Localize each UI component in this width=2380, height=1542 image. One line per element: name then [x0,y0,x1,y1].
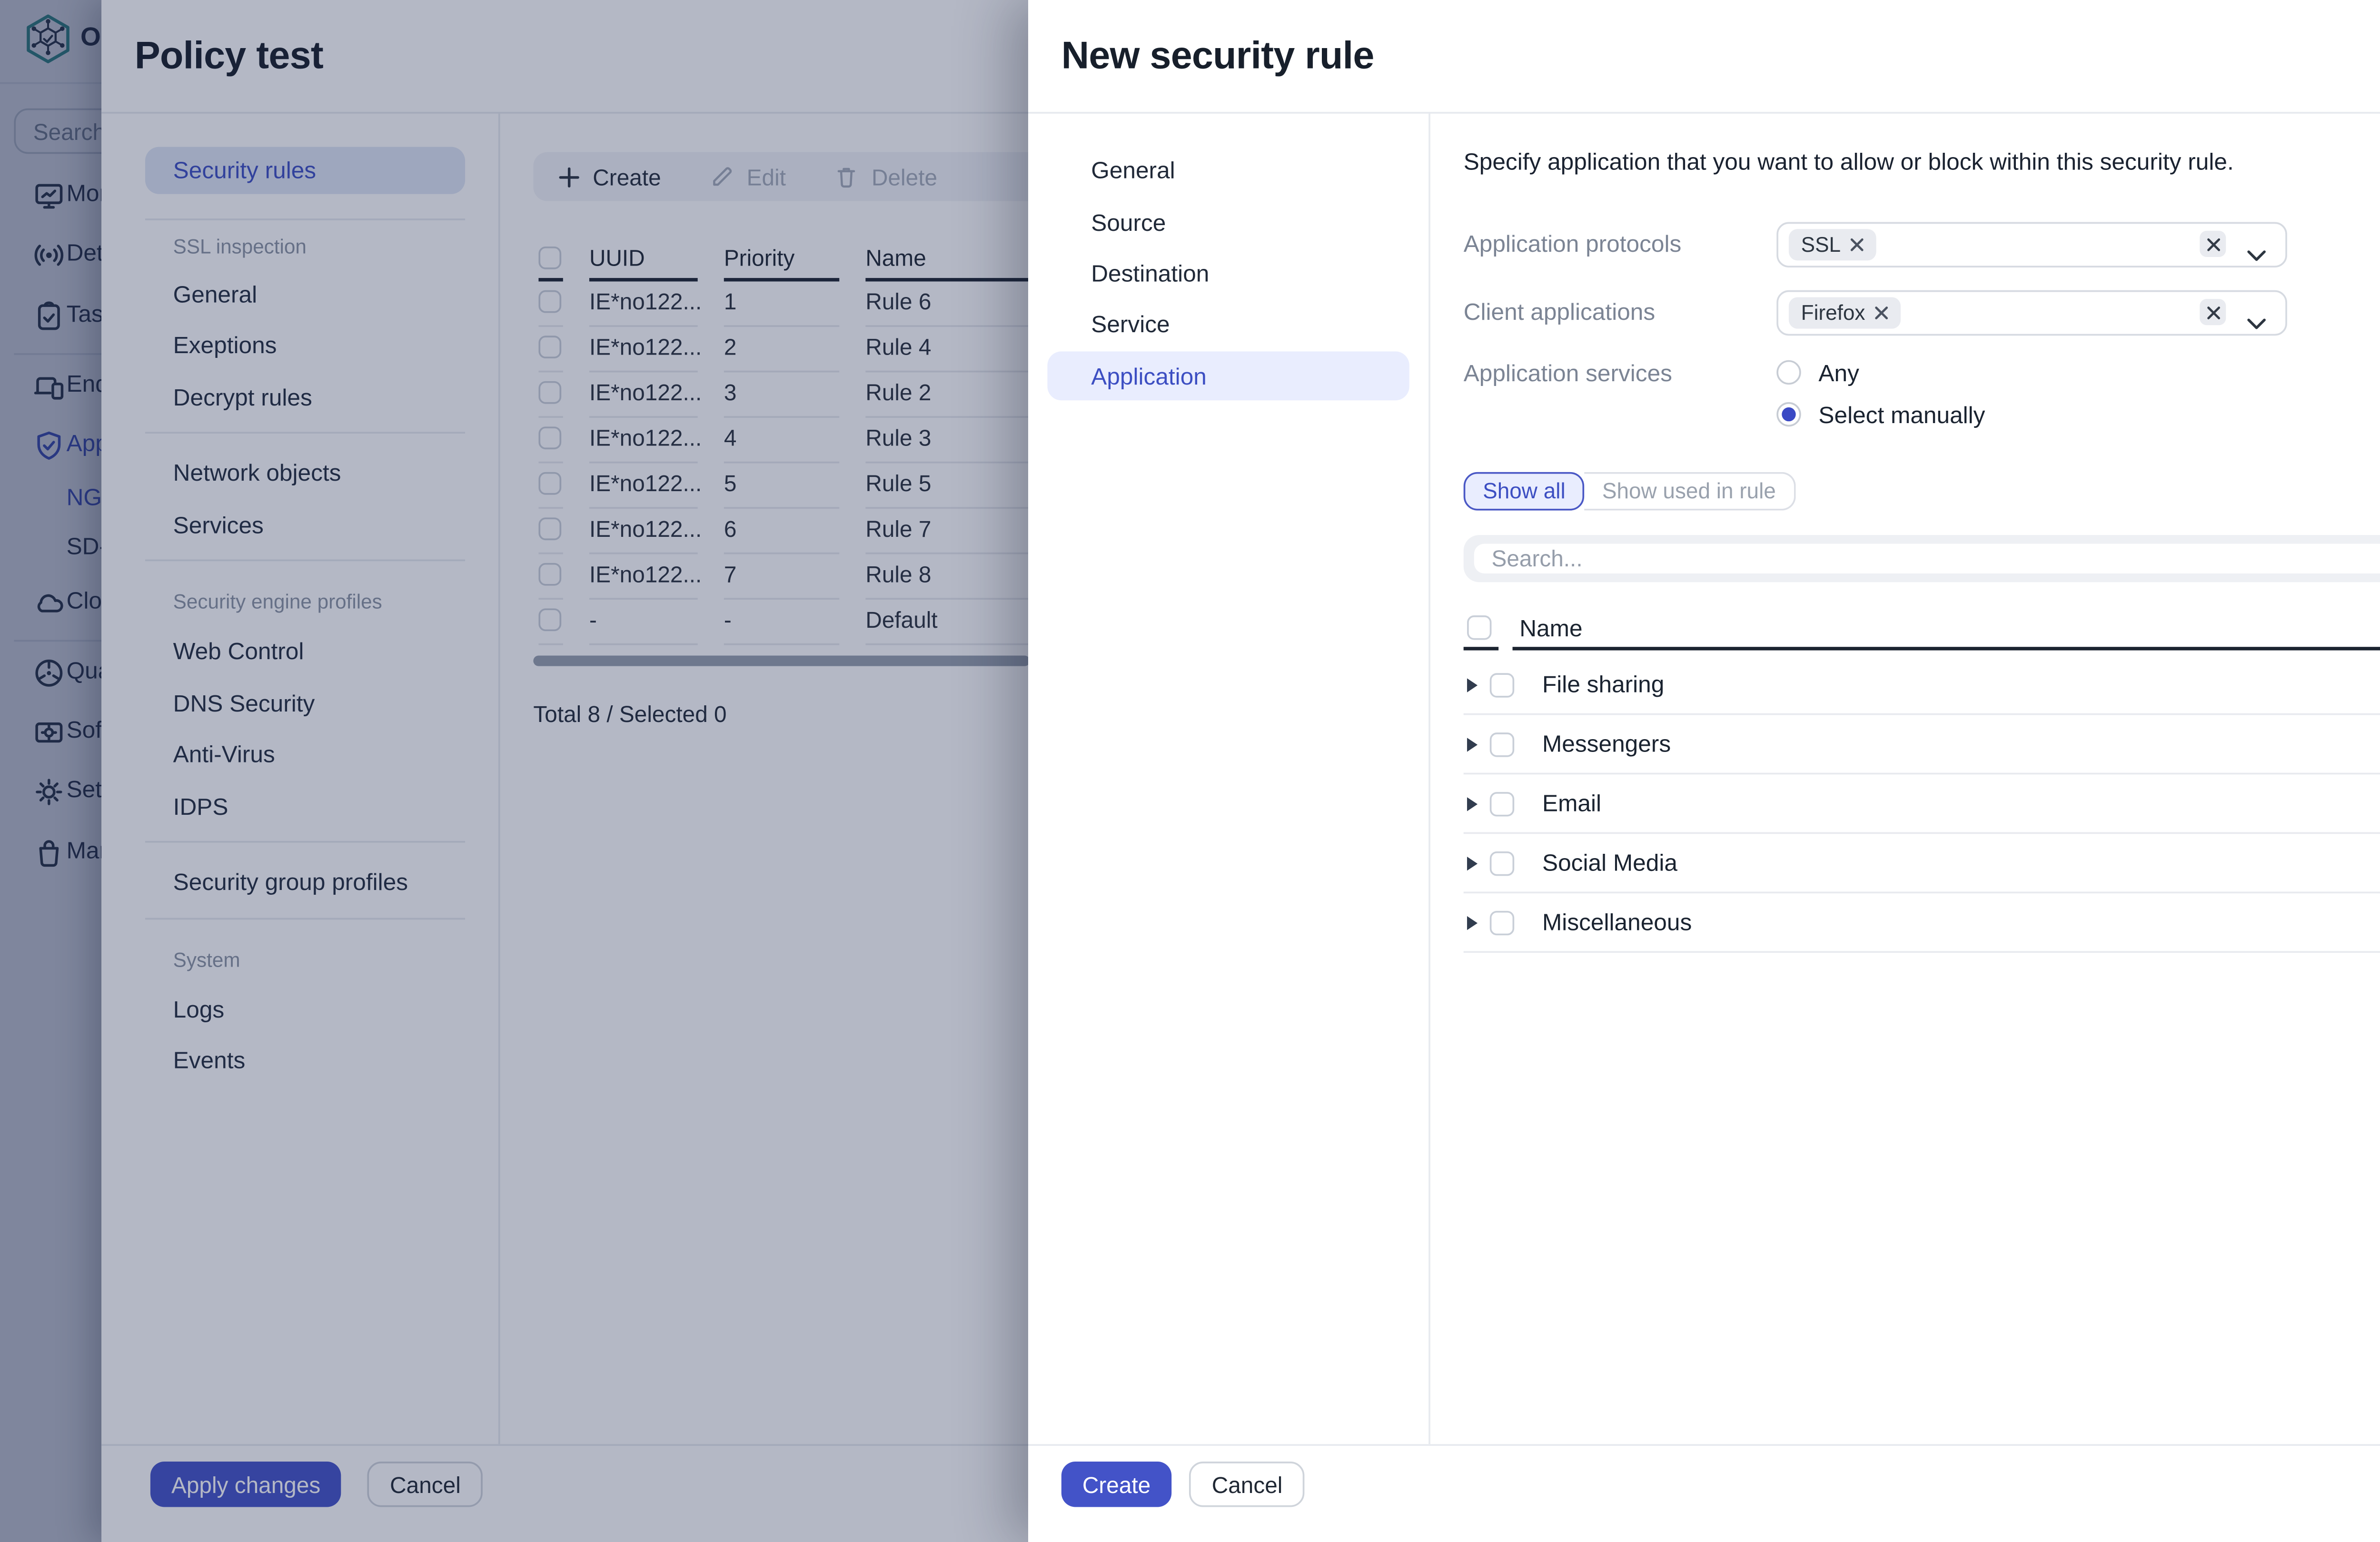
modal-title: New security rule [1061,33,1374,79]
radio-select-manually-label[interactable]: Select manually [1818,402,1985,428]
expand-arrow-icon[interactable] [1467,737,1478,751]
list-header-name[interactable]: Name [1519,615,1582,642]
clear-icon [2206,305,2220,319]
remove-tag-icon [1874,306,1888,320]
filter-segmented-control: Show all Show used in rule [1464,472,1795,511]
remove-tag-icon [1849,238,1863,252]
tabs-divider [1428,112,1430,1444]
category-row-miscellaneous[interactable]: Miscellaneous [1464,893,2380,953]
clients-label: Client applications [1464,299,1655,325]
tab-service[interactable]: Service [1047,299,1409,348]
services-label: Application services [1464,360,1672,386]
category-label: Email [1542,790,1601,816]
protocols-label: Application protocols [1464,231,1682,257]
tag-label: SSL [1801,233,1841,257]
new-security-rule-modal: New security rule General Source Destina… [1028,0,2380,1542]
tab-source[interactable]: Source [1047,198,1409,247]
tab-destination[interactable]: Destination [1047,248,1409,297]
radio-select-manually[interactable] [1776,402,1801,426]
category-row-social-media[interactable]: Social Media [1464,834,2380,893]
create-button[interactable]: Create [1061,1462,1172,1507]
category-checkbox[interactable] [1490,791,1514,815]
category-label: Miscellaneous [1542,909,1692,935]
modal-cancel-button[interactable]: Cancel [1189,1462,1305,1507]
tag-firefox[interactable]: Firefox [1789,297,1900,328]
protocols-select[interactable]: SSL [1776,222,2287,268]
expand-arrow-icon[interactable] [1467,796,1478,810]
select-all-apps-checkbox[interactable] [1467,615,1491,640]
search-input[interactable] [1474,544,2380,573]
show-used-in-rule-segment[interactable]: Show used in rule [1585,472,1795,511]
radio-any[interactable] [1776,360,1801,385]
tag-ssl[interactable]: SSL [1789,229,1876,260]
application-categories: File sharing Messengers Email Social Med… [1464,656,2380,953]
category-checkbox[interactable] [1490,850,1514,875]
category-label: Social Media [1542,850,1677,876]
modal-header-divider [1028,112,2380,114]
tab-description: Specify application that you want to all… [1464,148,2234,175]
tab-general[interactable]: General [1047,145,1409,194]
category-checkbox[interactable] [1490,910,1514,934]
category-checkbox[interactable] [1490,672,1514,696]
category-row-messengers[interactable]: Messengers [1464,715,2380,774]
category-row-file-sharing[interactable]: File sharing [1464,656,2380,715]
clear-field-button[interactable] [2200,299,2226,325]
category-label: Messengers [1542,731,1671,757]
header-underline [1464,647,1498,650]
chevron-down-icon[interactable] [2247,239,2266,271]
category-row-email[interactable]: Email [1464,774,2380,834]
show-all-segment[interactable]: Show all [1464,472,1585,511]
clients-select[interactable]: Firefox [1776,290,2287,336]
header-underline [1513,647,2380,650]
clear-field-button[interactable] [2200,231,2226,257]
clear-icon [2206,237,2220,251]
category-label: File sharing [1542,672,1664,698]
cancel-label: Cancel [1212,1471,1283,1497]
create-label: Create [1082,1471,1150,1497]
tab-application[interactable]: Application [1047,351,1409,400]
expand-arrow-icon[interactable] [1467,915,1478,929]
expand-arrow-icon[interactable] [1467,856,1478,870]
chevron-down-icon[interactable] [2247,308,2266,339]
screen: Op Monitoring Detection Tasks Endpoints [0,0,2380,1542]
expand-arrow-icon[interactable] [1467,677,1478,691]
category-checkbox[interactable] [1490,731,1514,756]
tag-label: Firefox [1801,301,1865,325]
application-search [1464,535,2380,582]
radio-any-label[interactable]: Any [1818,360,1859,386]
modal-footer-divider [1028,1444,2380,1446]
